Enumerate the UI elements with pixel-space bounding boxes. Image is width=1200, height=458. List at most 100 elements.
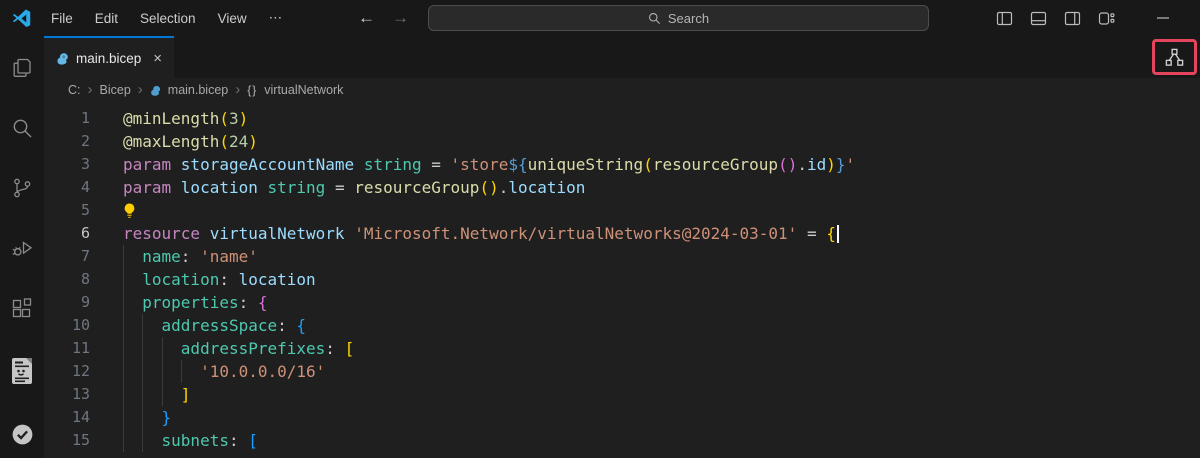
code-token: :	[277, 316, 296, 335]
code-token: string	[268, 178, 335, 197]
code-line[interactable]: 1@minLength(3)	[44, 107, 1200, 130]
code-token: }	[162, 408, 172, 427]
indent-guide	[162, 337, 181, 360]
bicep-visualizer-button[interactable]	[1164, 47, 1185, 68]
code-line-content: resource virtualNetwork 'Microsoft.Netwo…	[123, 222, 839, 245]
close-icon[interactable]: ×	[153, 51, 162, 66]
code-line[interactable]: 3param storageAccountName string = 'stor…	[44, 153, 1200, 176]
breadcrumb-file[interactable]: main.bicep	[168, 83, 228, 97]
command-center-search[interactable]: Search	[428, 5, 929, 31]
line-number: 12	[44, 360, 90, 383]
menu-file[interactable]: File	[40, 0, 84, 36]
menu-view[interactable]: View	[207, 0, 258, 36]
code-token: =	[431, 155, 450, 174]
code-token: ()	[778, 155, 797, 174]
menu-edit[interactable]: Edit	[84, 0, 129, 36]
code-token: 'store	[451, 155, 509, 174]
chevron-right-icon: ›	[138, 81, 143, 98]
code-line[interactable]: 15subnets: [	[44, 429, 1200, 452]
code-line[interactable]: 4 param location string = resourceGroup()…	[44, 176, 1200, 199]
code-token: addressSpace	[162, 316, 278, 335]
code-token: name	[142, 247, 181, 266]
code-token: [	[345, 339, 355, 358]
indent-guide	[142, 383, 161, 406]
menu-more[interactable]: ⋯	[258, 0, 294, 36]
extensions-icon[interactable]	[10, 296, 34, 320]
code-token: ]	[181, 385, 191, 404]
history-navigation: ← →	[358, 0, 409, 36]
code-line[interactable]: 14}	[44, 406, 1200, 429]
code-line[interactable]: 5	[44, 199, 1200, 222]
breadcrumb-symbol[interactable]: virtualNetwork	[264, 83, 343, 97]
code-token: location	[181, 178, 268, 197]
toggle-secondary-sidebar-button[interactable]	[1064, 10, 1081, 27]
code-line[interactable]: 2@maxLength(24)	[44, 130, 1200, 153]
code-line[interactable]: 9 properties: {	[44, 291, 1200, 314]
go-back-button[interactable]: ←	[358, 8, 375, 28]
menu-selection[interactable]: Selection	[129, 0, 207, 36]
indent-guide	[123, 406, 142, 429]
code-line[interactable]: 6 resource virtualNetwork 'Microsoft.Netw…	[44, 222, 1200, 245]
code-token: )	[248, 132, 258, 151]
go-forward-button[interactable]: →	[392, 8, 409, 28]
chevron-right-icon: ›	[88, 81, 93, 98]
code-line-content: properties: {	[123, 291, 268, 314]
lightbulb-icon[interactable]	[123, 202, 136, 219]
check-circle-icon[interactable]	[10, 422, 35, 447]
code-token: :	[181, 247, 200, 266]
line-number: 14	[44, 406, 90, 429]
tab-main-bicep[interactable]: main.bicep ×	[44, 36, 174, 78]
breadcrumb-drive[interactable]: C:	[68, 83, 81, 97]
breadcrumb-folder[interactable]: Bicep	[100, 83, 131, 97]
customize-layout-button[interactable]	[1098, 10, 1115, 27]
code-line[interactable]: 12'10.0.0.0/16'	[44, 360, 1200, 383]
search-placeholder: Search	[668, 11, 709, 26]
code-token: 3	[229, 109, 239, 128]
layout-controls	[996, 0, 1200, 36]
line-number: 4	[44, 176, 90, 199]
code-line[interactable]: 10addressSpace: {	[44, 314, 1200, 337]
code-token: .	[499, 178, 509, 197]
breadcrumb: C: › Bicep › main.bicep › {} virtualNetw…	[44, 78, 1200, 102]
minimize-window-button[interactable]	[1156, 11, 1170, 25]
code-editor[interactable]: 1@minLength(3)2@maxLength(24)3param stor…	[44, 102, 1200, 458]
tab-bar: main.bicep ×	[44, 36, 1200, 78]
code-line-content: param location string = resourceGroup().…	[123, 176, 585, 199]
code-line-content: @maxLength(24)	[123, 130, 258, 153]
code-token: }	[836, 155, 846, 174]
source-control-icon[interactable]	[10, 176, 34, 200]
code-token: [	[248, 431, 258, 450]
line-number: 15	[44, 429, 90, 452]
line-number: 9	[44, 291, 90, 314]
run-debug-icon[interactable]	[10, 236, 34, 260]
code-token: virtualNetwork	[210, 224, 355, 243]
toggle-panel-button[interactable]	[1030, 10, 1047, 27]
text-cursor	[837, 225, 839, 243]
document-extension-icon[interactable]	[9, 356, 35, 386]
code-line-content	[123, 199, 136, 222]
code-line[interactable]: 13]	[44, 383, 1200, 406]
indent-guide	[142, 314, 161, 337]
annotation-highlight-box	[1152, 39, 1197, 75]
line-number: 1	[44, 107, 90, 130]
line-number: 8	[44, 268, 90, 291]
line-number: 3	[44, 153, 90, 176]
code-line-content: name: 'name'	[123, 245, 258, 268]
indent-guide	[123, 337, 142, 360]
line-number: 7	[44, 245, 90, 268]
indent-guide	[142, 429, 161, 452]
code-token: )	[239, 109, 249, 128]
search-view-icon[interactable]	[10, 116, 34, 140]
explorer-icon[interactable]	[10, 56, 34, 80]
code-line[interactable]: 11addressPrefixes: [	[44, 337, 1200, 360]
code-line-content: location: location	[123, 268, 316, 291]
code-token: string	[364, 155, 431, 174]
code-token: :	[325, 339, 344, 358]
code-line[interactable]: 8 location: location	[44, 268, 1200, 291]
line-number: 6	[44, 222, 90, 245]
code-line[interactable]: 7 name: 'name'	[44, 245, 1200, 268]
toggle-primary-sidebar-button[interactable]	[996, 10, 1013, 27]
indent-guide	[142, 360, 161, 383]
indent-guide	[123, 245, 142, 268]
code-token: addressPrefixes	[181, 339, 326, 358]
